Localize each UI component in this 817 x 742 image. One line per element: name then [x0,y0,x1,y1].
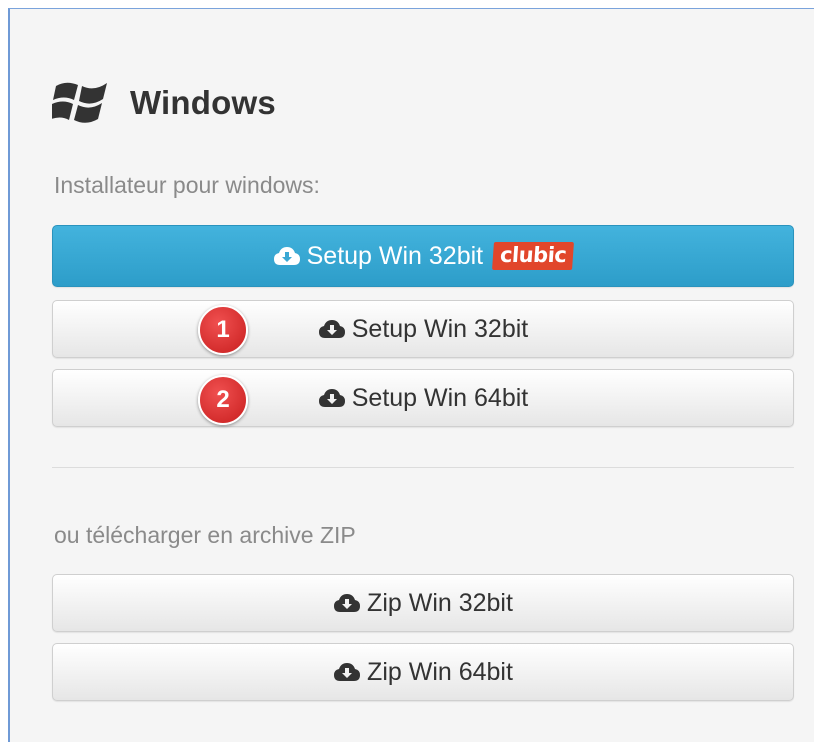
zip-win32-button[interactable]: Zip Win 32bit [52,574,794,632]
setup-win64-label: Setup Win 64bit [351,383,529,412]
setup-win32-label: Setup Win 32bit [351,314,529,343]
section-title: Windows [130,84,276,121]
cloud-download-icon [318,320,345,338]
windows-logo-icon [52,82,107,123]
cloud-download-icon [273,247,300,265]
zip-win32-label: Zip Win 32bit [367,588,513,617]
marker-badge-1: 1 [198,305,248,355]
installer-label: Installateur pour windows: [54,172,320,198]
cloud-download-icon [334,594,361,612]
marker-badge-2: 2 [198,375,248,425]
section-divider [52,467,794,468]
setup-win32-button[interactable]: Setup Win 32bit [52,300,794,358]
section-heading: Windows [52,73,276,133]
zip-win64-label: Zip Win 64bit [367,657,513,686]
cloud-download-icon [334,663,361,681]
clubic-badge: clubic [492,242,575,270]
setup-win64-button[interactable]: Setup Win 64bit [52,369,794,427]
setup-win32-clubic-label: Setup Win 32bit [306,241,484,270]
cloud-download-icon [318,389,345,407]
zip-win64-button[interactable]: Zip Win 64bit [52,643,794,701]
setup-win32-clubic-button[interactable]: Setup Win 32bit clubic [52,225,794,287]
download-panel: Windows Installateur pour windows: Setup… [8,8,814,742]
archive-label: ou télécharger en archive ZIP [54,522,356,548]
